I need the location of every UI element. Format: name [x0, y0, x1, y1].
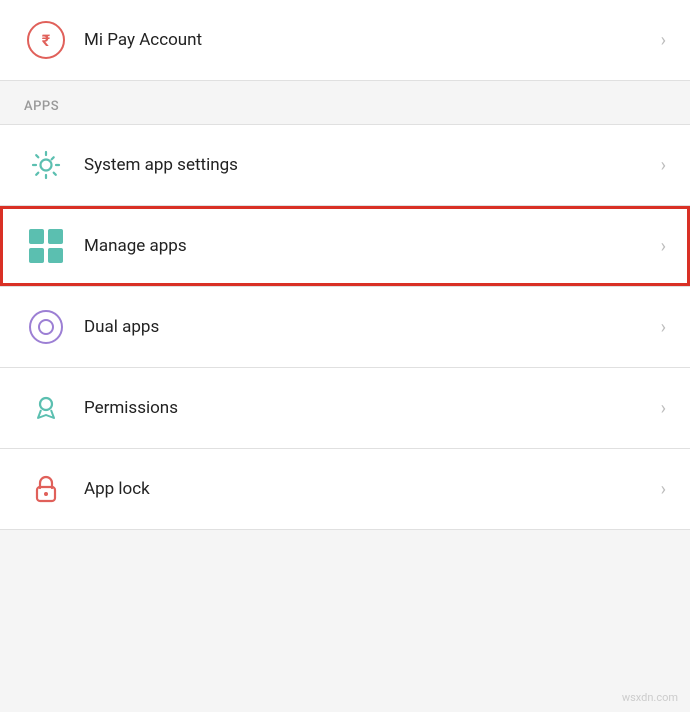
- manage-apps-item[interactable]: Manage apps ›: [0, 206, 690, 286]
- apps-section-header: APPS: [0, 81, 690, 124]
- manage-apps-icon: [29, 229, 63, 263]
- permissions-chevron-icon: ›: [661, 398, 666, 419]
- grid-icon-wrapper: [24, 224, 68, 268]
- app-lock-chevron-icon: ›: [661, 479, 666, 500]
- permissions-icon-wrapper: [24, 386, 68, 430]
- manage-apps-label: Manage apps: [84, 236, 661, 256]
- dual-apps-item[interactable]: Dual apps ›: [0, 287, 690, 367]
- dual-apps-label: Dual apps: [84, 317, 661, 337]
- system-app-settings-item[interactable]: System app settings ›: [0, 125, 690, 205]
- permissions-item[interactable]: Permissions ›: [0, 368, 690, 448]
- settings-screen: ₹ Mi Pay Account › APPS System app setti…: [0, 0, 690, 712]
- mi-pay-account-item[interactable]: ₹ Mi Pay Account ›: [0, 0, 690, 80]
- divider-after-app-lock: [0, 529, 690, 530]
- permissions-label: Permissions: [84, 398, 661, 418]
- mi-pay-chevron-icon: ›: [661, 30, 666, 51]
- app-lock-item[interactable]: App lock ›: [0, 449, 690, 529]
- app-lock-icon: [29, 472, 63, 506]
- gear-icon-wrapper: [24, 143, 68, 187]
- system-app-settings-chevron-icon: ›: [661, 155, 666, 176]
- app-lock-label: App lock: [84, 479, 661, 499]
- system-app-settings-label: System app settings: [84, 155, 661, 175]
- mi-pay-account-label: Mi Pay Account: [84, 30, 661, 50]
- mi-pay-icon-wrapper: ₹: [24, 18, 68, 62]
- manage-apps-chevron-icon: ›: [661, 236, 666, 257]
- dual-apps-icon: [29, 310, 63, 344]
- dual-apps-icon-wrapper: [24, 305, 68, 349]
- gear-icon: [29, 148, 63, 182]
- permissions-icon: [29, 391, 63, 425]
- dual-apps-chevron-icon: ›: [661, 317, 666, 338]
- app-lock-icon-wrapper: [24, 467, 68, 511]
- watermark: wsxdn.com: [622, 691, 678, 704]
- mi-pay-icon: ₹: [27, 21, 65, 59]
